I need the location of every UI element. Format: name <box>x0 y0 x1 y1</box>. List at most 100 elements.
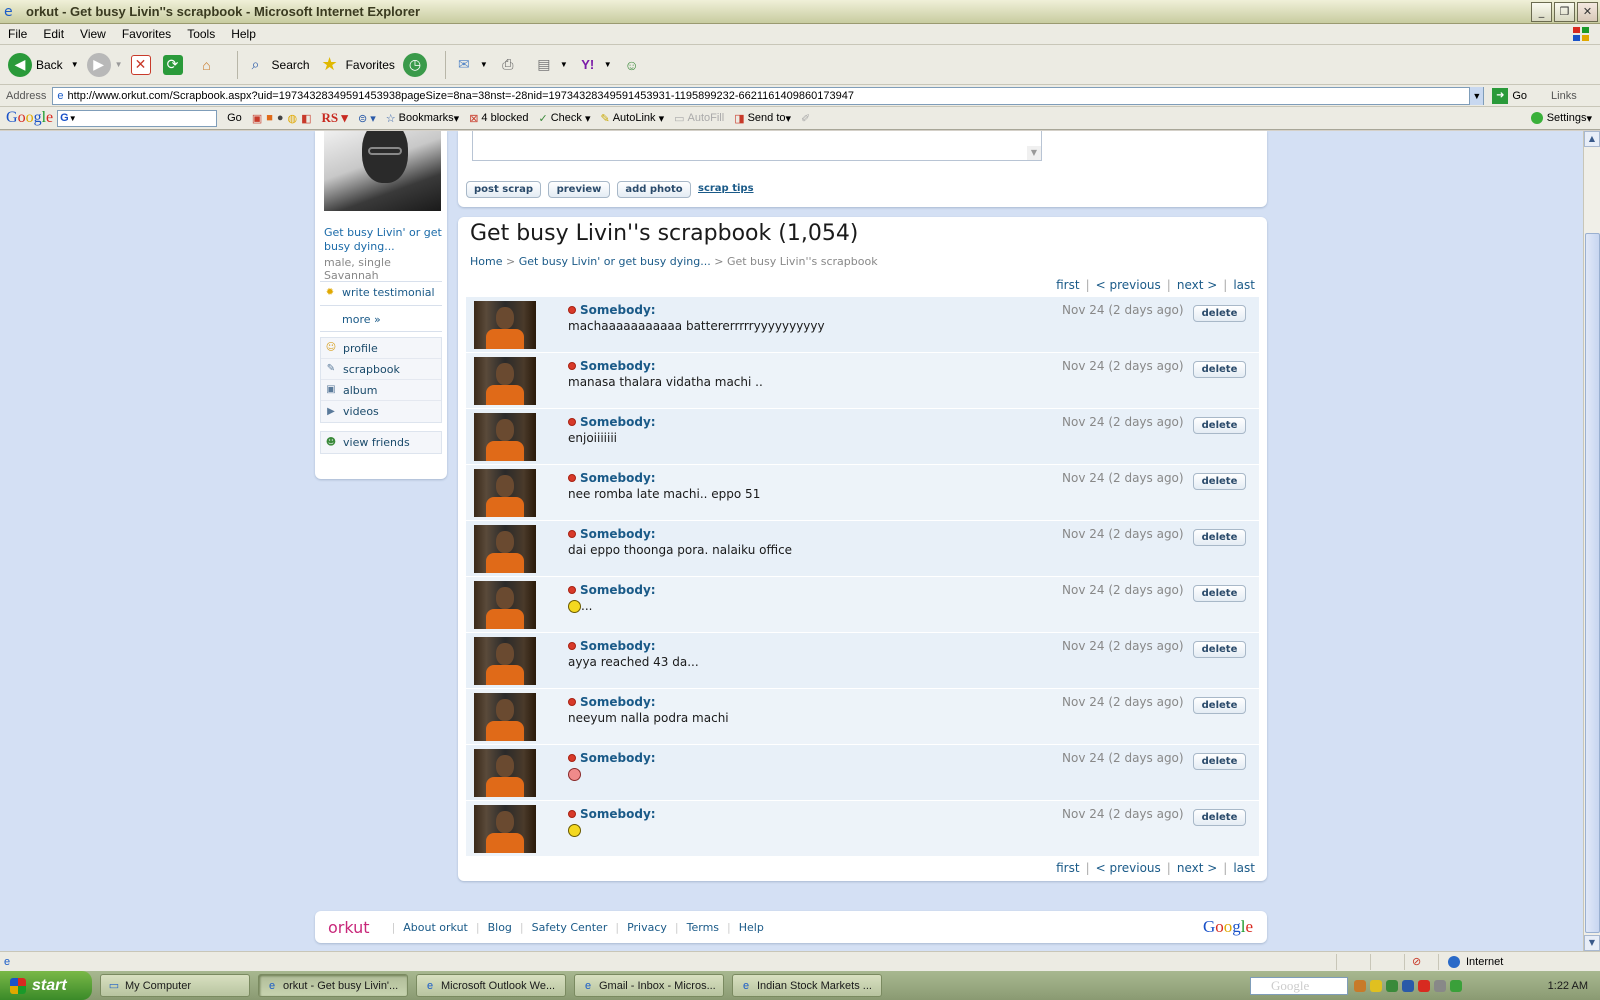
preview-button[interactable]: preview <box>548 181 610 198</box>
profile-photo[interactable] <box>324 131 441 211</box>
scrap-author-avatar[interactable] <box>474 413 536 461</box>
scrap-author[interactable]: Somebody: <box>568 415 656 429</box>
autolink-button[interactable]: ✎ AutoLink ▾ <box>600 112 664 125</box>
scrap-author[interactable]: Somebody: <box>568 639 656 653</box>
nav-scrapbook[interactable]: ✎ scrapbook <box>321 359 441 380</box>
delete-scrap-button[interactable]: delete <box>1193 529 1246 546</box>
favorites-button[interactable]: ★ Favorites <box>318 53 394 77</box>
scroll-down-arrow[interactable]: ▼ <box>1584 935 1600 951</box>
task-orkut[interactable]: e orkut - Get busy Livin'... <box>258 974 408 997</box>
delete-scrap-button[interactable]: delete <box>1193 585 1246 602</box>
search-button[interactable]: ⌕ Search <box>244 53 310 77</box>
breadcrumb-home[interactable]: Home <box>470 255 502 268</box>
task-stock-markets[interactable]: e Indian Stock Markets ... <box>732 974 882 997</box>
settings-button[interactable]: Settings ▾ <box>1530 112 1592 125</box>
start-button[interactable]: start <box>0 971 92 1000</box>
scrap-author[interactable]: Somebody: <box>568 359 656 373</box>
forward-button[interactable]: ▶ ▼ <box>86 52 123 77</box>
scroll-thumb[interactable] <box>1585 233 1600 933</box>
scrap-author-avatar[interactable] <box>474 581 536 629</box>
pager-first[interactable]: first <box>1056 861 1079 875</box>
post-scrap-button[interactable]: post scrap <box>466 181 541 198</box>
messenger-button[interactable]: ☺ <box>620 53 648 77</box>
go-button[interactable]: ➜ Go <box>1492 87 1527 104</box>
delete-scrap-button[interactable]: delete <box>1193 753 1246 770</box>
nav-album[interactable]: ▣ album <box>321 380 441 401</box>
autofill-button[interactable]: ▭ AutoFill <box>674 112 724 125</box>
back-button[interactable]: ◀ Back ▼ <box>8 52 79 77</box>
menu-favorites[interactable]: Favorites <box>122 27 171 41</box>
delete-scrap-button[interactable]: delete <box>1193 697 1246 714</box>
mail-button[interactable]: ✉ ▼ <box>452 53 488 77</box>
scrap-author-avatar[interactable] <box>474 693 536 741</box>
scrap-author[interactable]: Somebody: <box>568 303 656 317</box>
footer-about[interactable]: About orkut <box>403 921 468 934</box>
footer-safety[interactable]: Safety Center <box>532 921 608 934</box>
menu-tools[interactable]: Tools <box>187 27 215 41</box>
write-testimonial-link[interactable]: ✹ write testimonial <box>324 286 435 299</box>
tray-antivirus-icon[interactable] <box>1418 979 1430 992</box>
google-deskbar-input[interactable]: Google <box>1250 976 1348 995</box>
footer-terms[interactable]: Terms <box>687 921 719 934</box>
tray-app-icon[interactable] <box>1354 979 1366 992</box>
history-button[interactable]: ◷ <box>402 52 431 77</box>
scrap-author[interactable]: Somebody: <box>568 527 656 541</box>
scrap-author-avatar[interactable] <box>474 525 536 573</box>
nav-videos[interactable]: ▶ videos <box>321 401 441 422</box>
edit-button[interactable]: ▤ ▼ <box>532 53 568 77</box>
tray-update-icon[interactable] <box>1450 979 1462 992</box>
pager-next[interactable]: next > <box>1177 861 1217 875</box>
pager-first[interactable]: first <box>1056 278 1079 292</box>
delete-scrap-button[interactable]: delete <box>1193 305 1246 322</box>
delete-scrap-button[interactable]: delete <box>1193 641 1246 658</box>
scrap-author-avatar[interactable] <box>474 749 536 797</box>
google-logo[interactable]: Google <box>1203 917 1253 937</box>
scrap-author-avatar[interactable] <box>474 301 536 349</box>
google-go-button[interactable]: Go <box>227 112 242 124</box>
minimize-button[interactable]: _ <box>1531 2 1552 22</box>
delete-scrap-button[interactable]: delete <box>1193 809 1246 826</box>
pager-previous[interactable]: < previous <box>1096 278 1161 292</box>
scrap-textarea[interactable]: ▼ <box>472 131 1042 161</box>
delete-scrap-button[interactable]: delete <box>1193 417 1246 434</box>
tray-network-icon[interactable] <box>1402 979 1414 992</box>
scrap-author[interactable]: Somebody: <box>568 471 656 485</box>
pager-next[interactable]: next > <box>1177 278 1217 292</box>
menu-help[interactable]: Help <box>231 27 256 41</box>
yahoo-button[interactable]: Y! ▼ <box>576 53 611 77</box>
scrap-author[interactable]: Somebody: <box>568 751 656 765</box>
pager-last[interactable]: last <box>1233 278 1255 292</box>
popup-blocker[interactable]: ⊠ 4 blocked <box>469 112 528 125</box>
scrap-author-avatar[interactable] <box>474 357 536 405</box>
tray-messenger-icon[interactable] <box>1370 979 1382 992</box>
menu-file[interactable]: File <box>8 27 27 41</box>
footer-help[interactable]: Help <box>739 921 764 934</box>
scrap-author[interactable]: Somebody: <box>568 695 656 709</box>
close-button[interactable]: ✕ <box>1577 2 1598 22</box>
scrap-author-avatar[interactable] <box>474 637 536 685</box>
stop-button[interactable]: ✕ <box>130 54 155 75</box>
bookmarks-button[interactable]: ☆ Bookmarks ▾ <box>386 112 459 125</box>
breadcrumb-profile[interactable]: Get busy Livin' or get busy dying... <box>519 255 711 268</box>
pager-previous[interactable]: < previous <box>1096 861 1161 875</box>
scroll-up-arrow[interactable]: ▲ <box>1584 131 1600 147</box>
task-my-computer[interactable]: ▭ My Computer <box>100 974 250 997</box>
profile-name-link[interactable]: Get busy Livin' or get busy dying... <box>324 226 442 254</box>
view-friends-link[interactable]: ☻ view friends <box>321 432 441 453</box>
tray-volume-icon[interactable] <box>1434 979 1446 992</box>
menu-view[interactable]: View <box>80 27 106 41</box>
print-button[interactable]: ⎙ <box>496 53 524 77</box>
scrap-author[interactable]: Somebody: <box>568 583 656 597</box>
orkut-logo[interactable]: orkut <box>328 918 370 937</box>
nav-profile[interactable]: ☺ profile <box>321 338 441 359</box>
pencil-icon[interactable]: ✐ <box>801 112 810 125</box>
address-input[interactable]: e http://www.orkut.com/Scrapbook.aspx?ui… <box>52 86 1485 105</box>
links-button[interactable]: Links <box>1551 90 1577 102</box>
google-search-input[interactable]: G ▼ <box>57 109 218 127</box>
delete-scrap-button[interactable]: delete <box>1193 361 1246 378</box>
scrap-author[interactable]: Somebody: <box>568 807 656 821</box>
footer-privacy[interactable]: Privacy <box>627 921 667 934</box>
home-button[interactable]: ⌂ <box>195 53 223 77</box>
rs-button[interactable]: RS ▾ <box>322 110 348 126</box>
delete-scrap-button[interactable]: delete <box>1193 473 1246 490</box>
